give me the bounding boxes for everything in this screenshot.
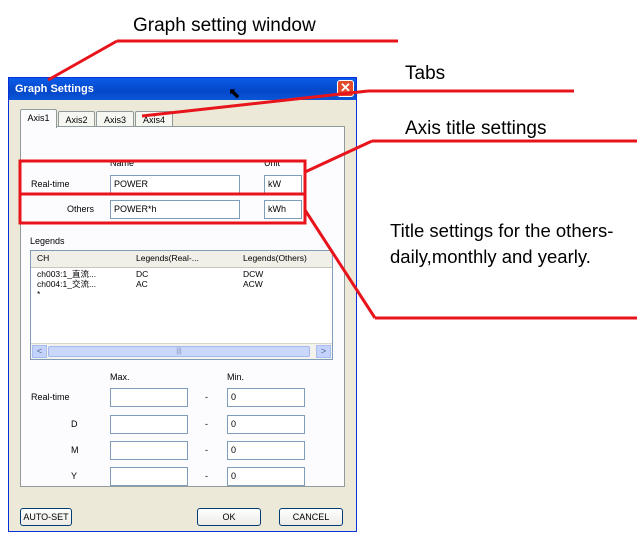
highlight-others-row — [18, 192, 307, 225]
tab-axis1[interactable]: Axis1 — [20, 109, 57, 128]
callout-line-window-pointer — [47, 39, 118, 82]
callout-line-others-pointer — [303, 209, 377, 319]
callout-line-axis-title-pointer — [304, 139, 373, 174]
highlight-realtime-row — [18, 159, 307, 196]
callout-line-tabs-pointer — [141, 89, 369, 118]
callout-annotations — [18, 39, 637, 320]
